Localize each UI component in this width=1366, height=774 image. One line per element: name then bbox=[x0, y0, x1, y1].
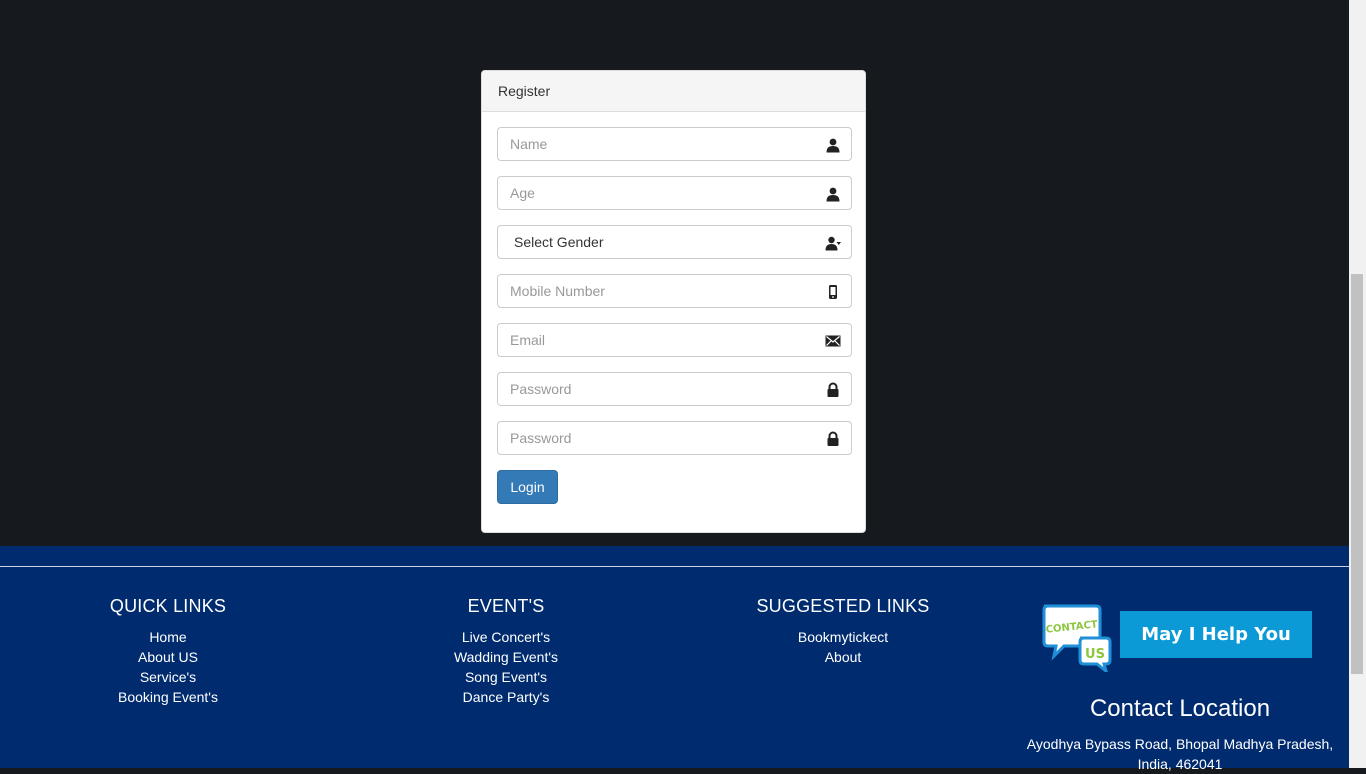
contact-address: Ayodhya Bypass Road, Bhopal Madhya Prade… bbox=[1026, 736, 1334, 772]
mobile-field[interactable] bbox=[497, 274, 852, 308]
quick-link-home[interactable]: Home bbox=[68, 627, 268, 647]
contact-us-icon[interactable]: CONTACT US bbox=[1040, 602, 1112, 672]
lock-icon bbox=[827, 431, 839, 446]
login-button[interactable]: Login bbox=[497, 470, 558, 504]
quick-link-booking[interactable]: Booking Event's bbox=[68, 687, 268, 707]
user-dropdown-icon bbox=[825, 236, 841, 251]
user-icon bbox=[826, 187, 840, 202]
user-icon bbox=[826, 138, 840, 153]
age-input[interactable] bbox=[498, 177, 851, 209]
suggested-links-heading: SUGGESTED LINKS bbox=[756, 596, 930, 616]
suggested-link-about[interactable]: About bbox=[733, 647, 953, 667]
event-link-dance-party[interactable]: Dance Party's bbox=[406, 687, 606, 707]
quick-links-heading: QUICK LINKS bbox=[109, 596, 227, 616]
footer: QUICK LINKS Home About US Service's Book… bbox=[0, 546, 1349, 772]
quick-link-services[interactable]: Service's bbox=[68, 667, 268, 687]
footer-divider bbox=[0, 566, 1349, 567]
phone-icon bbox=[829, 285, 837, 299]
contact-location-title: Contact Location bbox=[1089, 695, 1271, 722]
confirm-password-field[interactable] bbox=[497, 421, 852, 455]
help-button[interactable]: May I Help You bbox=[1120, 611, 1312, 658]
gender-field[interactable]: Select Gender bbox=[497, 225, 852, 259]
mobile-input[interactable] bbox=[498, 275, 851, 307]
event-link-wedding[interactable]: Wadding Event's bbox=[406, 647, 606, 667]
quick-link-about[interactable]: About US bbox=[68, 647, 268, 667]
events-heading: EVENT'S bbox=[467, 596, 545, 616]
gender-select[interactable]: Select Gender bbox=[498, 226, 851, 258]
suggested-links-column: SUGGESTED LINKS Bookmytickect About bbox=[733, 596, 953, 667]
register-heading: Register bbox=[482, 71, 865, 112]
scrollbar-thumb[interactable] bbox=[1351, 274, 1363, 674]
age-field[interactable] bbox=[497, 176, 852, 210]
event-link-live-concert[interactable]: Live Concert's bbox=[406, 627, 606, 647]
email-field[interactable] bbox=[497, 323, 852, 357]
suggested-link-bookmytickect[interactable]: Bookmytickect bbox=[733, 627, 953, 647]
confirm-password-input[interactable] bbox=[498, 422, 851, 454]
email-input[interactable] bbox=[498, 324, 851, 356]
contact-logo-bottom: US bbox=[1085, 647, 1105, 662]
events-column: EVENT'S Live Concert's Wadding Event's S… bbox=[406, 596, 606, 707]
envelope-icon bbox=[825, 335, 841, 347]
page-background: Register Select Gender bbox=[0, 0, 1349, 546]
lock-icon bbox=[827, 382, 839, 397]
register-panel: Register Select Gender bbox=[481, 70, 866, 533]
page-scrollbar[interactable] bbox=[1349, 0, 1366, 768]
quick-links-column: QUICK LINKS Home About US Service's Book… bbox=[68, 596, 268, 707]
event-link-song[interactable]: Song Event's bbox=[406, 667, 606, 687]
name-input[interactable] bbox=[498, 128, 851, 160]
password-field[interactable] bbox=[497, 372, 852, 406]
password-input[interactable] bbox=[498, 373, 851, 405]
name-field[interactable] bbox=[497, 127, 852, 161]
